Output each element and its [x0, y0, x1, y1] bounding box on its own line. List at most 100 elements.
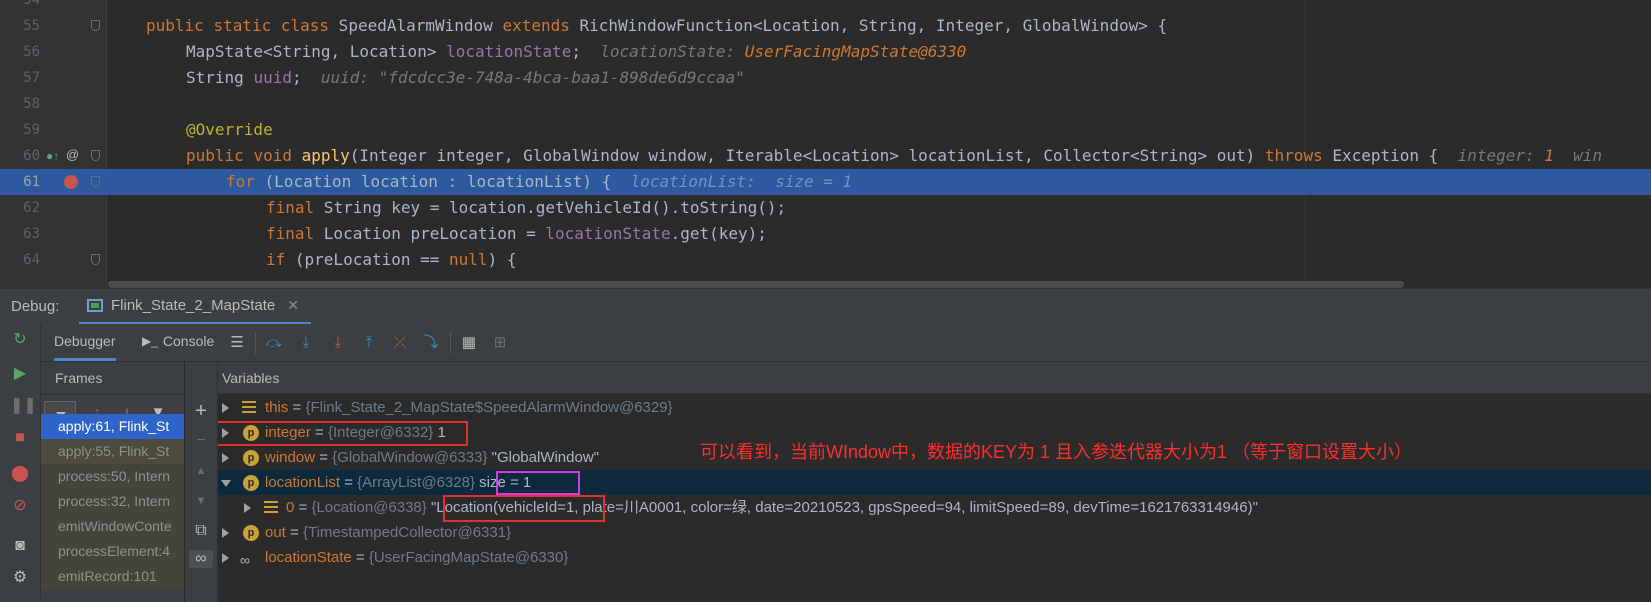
- debugger-toolbar: Debugger ▶_ Console ☰ ⤼ ⤓ ⤓ ⤒ ⤫ ⤵ ▦ ⊞: [41, 324, 1651, 362]
- fold-marker-icon[interactable]: [91, 150, 100, 161]
- expand-icon[interactable]: [222, 528, 229, 538]
- debug-label: Debug:: [11, 298, 60, 315]
- variable-type: {UserFacingMapState@6330}: [368, 549, 569, 566]
- field-icon: [264, 501, 278, 515]
- evaluate-icon[interactable]: ▦: [459, 333, 479, 353]
- drop-frame-icon[interactable]: ⤫: [390, 333, 410, 353]
- variable-name: locationState: [265, 549, 352, 566]
- line-number: 54: [23, 0, 40, 8]
- parameter-icon: p: [243, 525, 259, 541]
- expand-icon[interactable]: [222, 453, 229, 463]
- code-text: final String key = location.getVehicleId…: [266, 198, 787, 217]
- trace-icon[interactable]: ⊞: [490, 333, 510, 353]
- line-number: 59: [23, 122, 40, 138]
- frames-header: Frames: [41, 362, 184, 395]
- inline-hint-value: UserFacingMapState@6330: [744, 42, 967, 61]
- show-execution-point-icon[interactable]: ⤼: [264, 333, 284, 353]
- code-line: 63 final Location preLocation = location…: [0, 221, 1651, 247]
- code-text: public static class SpeedAlarmWindow ext…: [146, 16, 1168, 35]
- settings-icon[interactable]: ⚙: [10, 568, 30, 588]
- fold-marker-icon[interactable]: [91, 20, 100, 31]
- code-line: 54: [0, 0, 1651, 13]
- line-number: 63: [23, 226, 40, 242]
- frame-item[interactable]: processElement:4: [41, 539, 184, 564]
- run-to-cursor-icon[interactable]: ⤵: [421, 333, 441, 353]
- add-watch-icon[interactable]: +: [192, 401, 210, 421]
- move-down-icon[interactable]: ▼: [192, 492, 210, 510]
- run-config-icon: [87, 299, 103, 312]
- line-number: 57: [23, 70, 40, 86]
- layout-icon[interactable]: ☰: [227, 333, 247, 353]
- collapse-icon[interactable]: [221, 480, 231, 487]
- parameter-icon: p: [243, 450, 259, 466]
- code-text: @Override: [186, 120, 273, 139]
- mute-breakpoints-icon[interactable]: ⊘: [10, 496, 30, 516]
- fold-marker-icon[interactable]: [91, 254, 100, 265]
- force-step-into-icon[interactable]: ⤓: [328, 333, 348, 353]
- fold-marker-icon[interactable]: [91, 176, 100, 187]
- variable-type: {TimestampedCollector@6331}: [302, 524, 512, 541]
- variable-row[interactable]: ∞ locationState = {UserFacingMapState@63…: [218, 545, 1651, 570]
- line-number: 56: [23, 44, 40, 60]
- variables-header: Variables: [218, 362, 1651, 394]
- close-icon[interactable]: ✕: [287, 297, 299, 314]
- tab-debugger[interactable]: Debugger: [54, 324, 116, 361]
- expand-icon[interactable]: [222, 553, 229, 563]
- size-highlight-box: [496, 471, 580, 495]
- variable-row-selected[interactable]: p locationList = {ArrayList@6328} size =…: [218, 470, 1651, 495]
- annotation-gutter-icon: @: [66, 147, 80, 162]
- frame-item[interactable]: apply:55, Flink_St: [41, 439, 184, 464]
- expand-icon[interactable]: [222, 403, 229, 413]
- expand-icon[interactable]: [244, 503, 251, 513]
- tab-console[interactable]: ▶_ Console: [142, 324, 214, 358]
- toolbar-separator: [450, 332, 451, 354]
- variable-row[interactable]: this = {Flink_State_2_MapState$SpeedAlar…: [218, 395, 1651, 420]
- step-over-icon[interactable]: ⤓: [296, 333, 316, 353]
- horizontal-scrollbar[interactable]: [108, 281, 1404, 288]
- variable-type: {Location@6338}: [311, 499, 427, 516]
- remove-watch-icon[interactable]: −: [192, 432, 210, 450]
- debug-session-tab[interactable]: Flink_State_2_MapState ✕: [79, 289, 312, 325]
- code-editor[interactable]: 54 55 public static class SpeedAlarmWind…: [0, 0, 1651, 288]
- view-breakpoints-icon[interactable]: ⬤: [10, 464, 30, 484]
- tab-debugger-label: Debugger: [54, 333, 116, 349]
- tab-console-label: Console: [162, 333, 215, 349]
- code-line: 55 public static class SpeedAlarmWindow …: [0, 13, 1651, 39]
- line-number: 55: [23, 18, 40, 34]
- glasses-icon: ∞: [240, 552, 250, 568]
- stop-icon[interactable]: ■: [10, 428, 30, 448]
- frames-panel: Frames ↑ ↓ ▼ apply:61, Flink_St apply:55…: [41, 362, 185, 602]
- parameter-icon: p: [243, 475, 259, 491]
- vehicleid-highlight-box: [443, 495, 605, 522]
- code-line: 58: [0, 91, 1651, 117]
- debug-tool-window-header: Debug: Flink_State_2_MapState ✕: [0, 288, 1651, 325]
- code-line: 60 ●↑ @ public void apply(Integer intege…: [0, 143, 1651, 169]
- frame-item[interactable]: emitWindowConte: [41, 514, 184, 539]
- variable-row[interactable]: p out = {TimestampedCollector@6331}: [218, 520, 1651, 545]
- line-number: 62: [23, 200, 40, 216]
- glasses-icon[interactable]: ∞: [189, 550, 213, 568]
- resume-icon[interactable]: ▶: [10, 364, 30, 384]
- line-number: 58: [23, 96, 40, 112]
- step-out-icon[interactable]: ⤒: [359, 333, 379, 353]
- override-icon[interactable]: ●↑: [46, 150, 59, 162]
- frame-item[interactable]: process:50, Intern: [41, 464, 184, 489]
- code-line: 57 String uuid; uuid: "fdcdcc3e-748a-4bc…: [0, 65, 1651, 91]
- code-text: for (Location location : locationList) {…: [226, 172, 853, 191]
- camera-icon[interactable]: ◙: [10, 536, 30, 556]
- copy-icon[interactable]: ⧉: [192, 522, 210, 540]
- rerun-icon[interactable]: ↻: [10, 330, 30, 350]
- pause-icon[interactable]: ❚❚: [10, 396, 37, 416]
- move-up-icon[interactable]: ▲: [192, 462, 210, 480]
- code-line: 56 MapState<String, Location> locationSt…: [0, 39, 1651, 65]
- code-line: 59 @Override: [0, 117, 1651, 143]
- frame-item[interactable]: apply:61, Flink_St: [41, 414, 184, 439]
- code-text: String uuid; uuid: "fdcdcc3e-748a-4bca-b…: [186, 68, 745, 87]
- frame-item[interactable]: emitRecord:101: [41, 564, 184, 589]
- breakpoint-icon[interactable]: [64, 175, 78, 189]
- console-icon: ▶_: [142, 334, 158, 348]
- line-number: 61: [23, 174, 40, 190]
- line-number: 60: [23, 148, 40, 164]
- variable-row[interactable]: 0 = {Location@6338} "Location(vehicleId=…: [218, 495, 1651, 520]
- frame-item[interactable]: process:32, Intern: [41, 489, 184, 514]
